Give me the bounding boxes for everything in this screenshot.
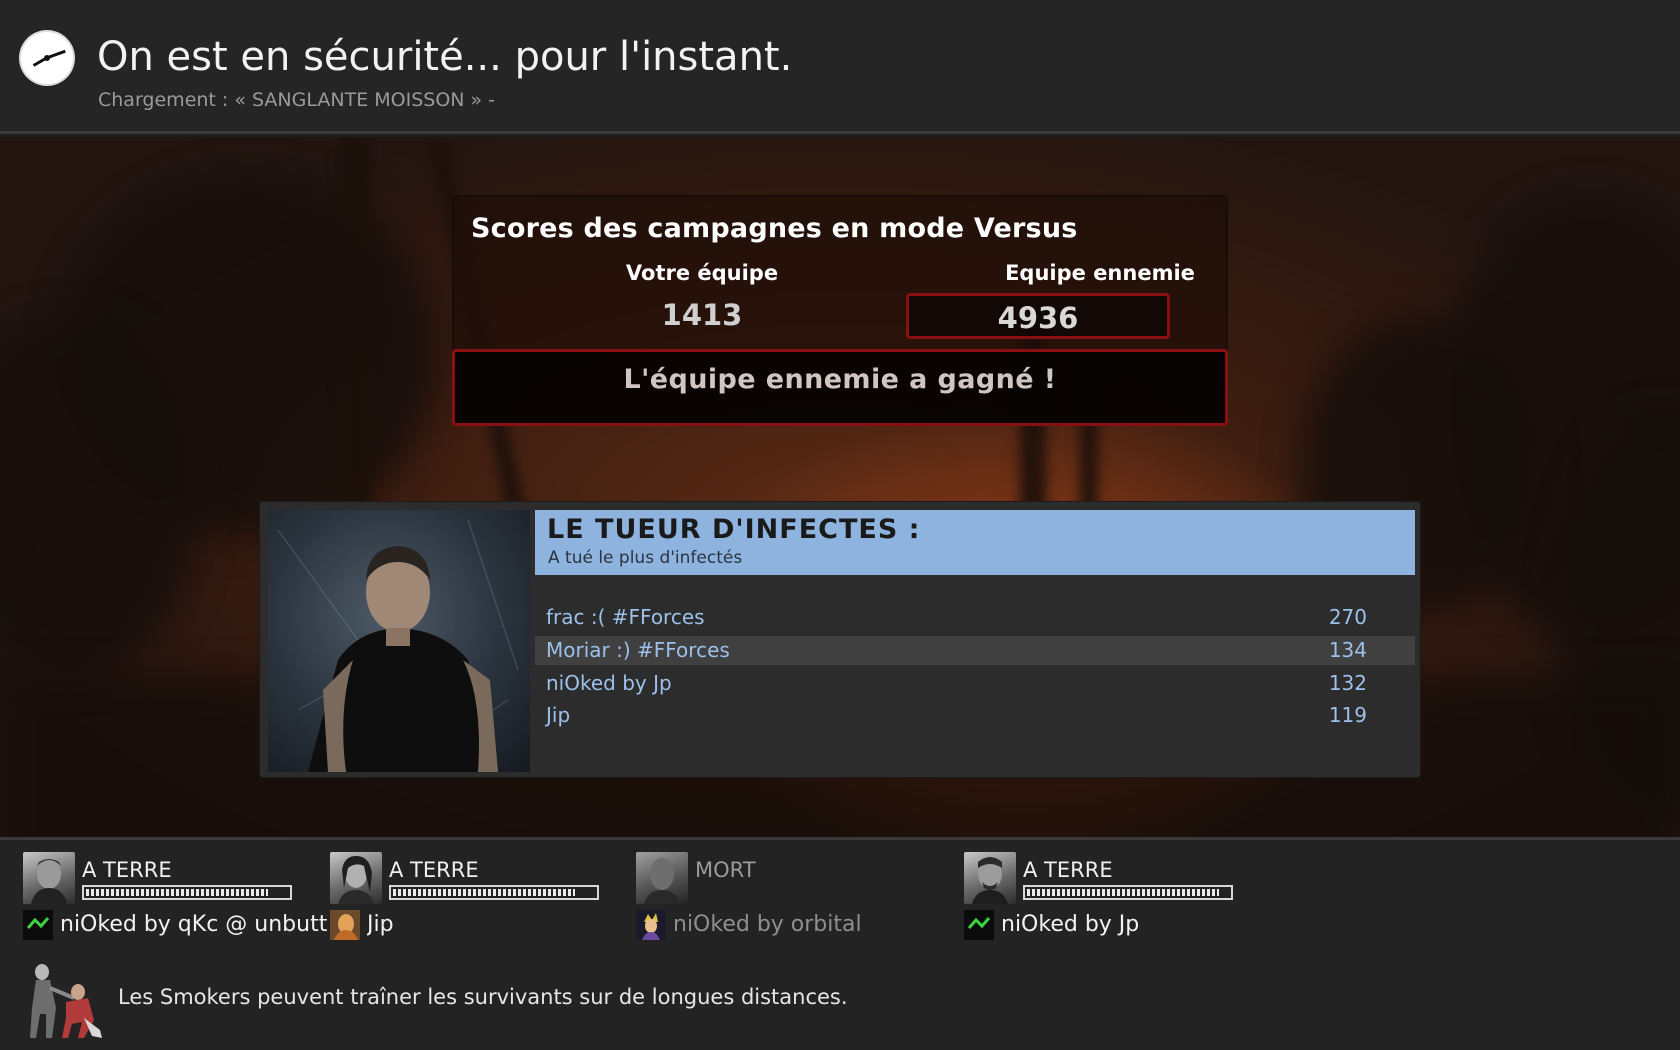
survivor-slot: A TERRE niOked by Jp	[964, 852, 1264, 942]
survivor-portrait	[330, 852, 382, 904]
player-name: niOked by orbital	[673, 912, 862, 937]
award-player-value: 270	[1328, 605, 1367, 629]
award-title: LE TUEUR D'INFECTES :	[547, 514, 921, 545]
steam-avatar	[636, 910, 666, 940]
health-bar	[389, 885, 599, 900]
versus-title: Scores des campagnes en mode Versus	[471, 213, 1078, 244]
versus-score-panel: Scores des campagnes en mode Versus Votr…	[452, 195, 1228, 426]
clock-icon	[21, 32, 73, 84]
award-subtitle: A tué le plus d'infectés	[548, 548, 743, 568]
survivor-portrait	[23, 852, 75, 904]
health-bar-fill	[86, 889, 268, 896]
award-row: Jip 119	[535, 701, 1415, 730]
health-bar-fill	[1027, 889, 1219, 896]
award-player-name: frac :( #FForces	[546, 605, 705, 629]
gameplay-tip: Les Smokers peuvent traîner les survivan…	[118, 985, 848, 1009]
health-bar-fill	[393, 889, 575, 896]
character-portrait	[268, 510, 530, 772]
survivor-status: A TERRE	[1023, 858, 1113, 882]
health-bar	[1023, 885, 1233, 900]
enemy-team-score: 4936	[906, 293, 1170, 339]
player-name: Jip	[367, 912, 394, 937]
award-panel: LE TUEUR D'INFECTES : A tué le plus d'in…	[259, 501, 1421, 778]
health-bar	[82, 885, 292, 900]
player-name: niOked by Jp	[1001, 912, 1140, 937]
award-player-name: niOked by Jp	[546, 671, 672, 695]
survivor-status: A TERRE	[82, 858, 172, 882]
award-header: LE TUEUR D'INFECTES : A tué le plus d'in…	[535, 510, 1415, 575]
award-player-value: 132	[1328, 671, 1367, 695]
survivor-slot-dead: MORT niOked by orbital	[636, 852, 936, 942]
your-team-score: 1413	[661, 298, 743, 332]
survivor-portrait	[636, 852, 688, 904]
your-team-label: Votre équipe	[625, 261, 779, 285]
steam-avatar	[330, 910, 360, 940]
survivor-portrait	[964, 852, 1016, 904]
survivor-slot: A TERRE niOked by qKc @ unbutto	[23, 852, 328, 942]
status-footer: A TERRE niOked by qKc @ unbutto A TERRE …	[0, 837, 1680, 1050]
player-name: niOked by qKc @ unbutto	[60, 912, 328, 937]
loading-subtitle: Chargement : « SANGLANTE MOISSON » -	[98, 89, 496, 111]
survivor-status: A TERRE	[389, 858, 479, 882]
award-player-value: 119	[1328, 703, 1367, 727]
award-player-name: Jip	[546, 703, 571, 727]
survivor-slot: A TERRE Jip	[330, 852, 630, 942]
enemy-team-label: Equipe ennemie	[1005, 261, 1195, 285]
award-row-highlighted: Moriar :) #FForces 134	[535, 636, 1415, 665]
award-player-name: Moriar :) #FForces	[546, 638, 730, 662]
smoker-icon	[22, 958, 108, 1042]
survivor-status: MORT	[695, 858, 756, 882]
loading-title: On est en sécurité... pour l'instant.	[97, 34, 793, 80]
match-result-text: L'équipe ennemie a gagné !	[623, 364, 1057, 395]
award-row: frac :( #FForces 270	[535, 603, 1415, 632]
steam-avatar	[964, 910, 994, 940]
award-player-value: 134	[1328, 638, 1367, 662]
match-result-box: L'équipe ennemie a gagné !	[452, 349, 1228, 426]
loading-header: On est en sécurité... pour l'instant. Ch…	[0, 0, 1680, 134]
steam-avatar	[23, 910, 53, 940]
award-row: niOked by Jp 132	[535, 669, 1415, 698]
